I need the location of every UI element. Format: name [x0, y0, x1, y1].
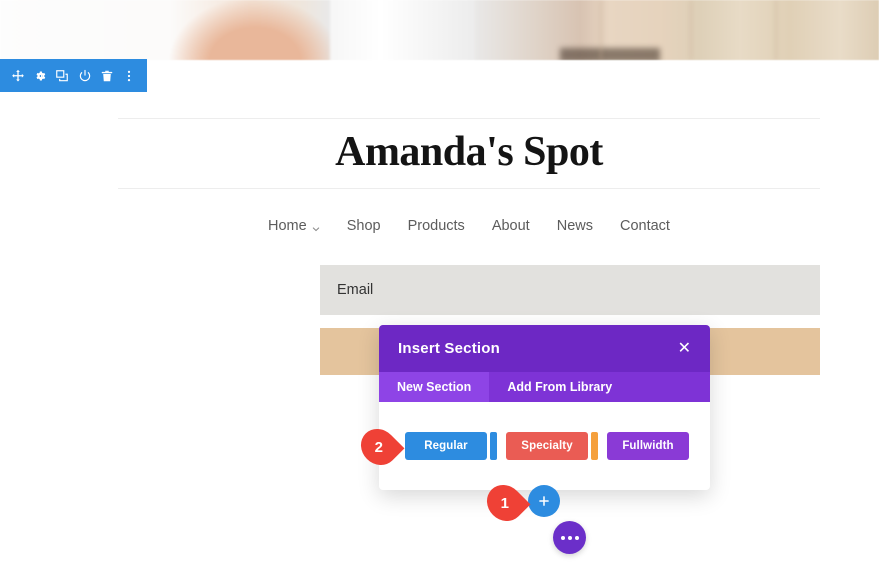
insert-section-modal: Insert Section ✕ New Section Add From Li… — [379, 325, 710, 490]
nav-item-label: Contact — [619, 218, 670, 234]
nav-item-label: Home — [268, 218, 307, 234]
add-section-button[interactable] — [528, 485, 560, 517]
mug-shape — [330, 0, 475, 60]
gear-icon[interactable] — [30, 65, 50, 87]
site-navigation[interactable]: Home Shop Products About News Contact — [118, 218, 820, 234]
photo-streak — [690, 0, 692, 60]
dot — [567, 535, 572, 540]
dot — [560, 535, 565, 540]
regular-section-button[interactable]: Regular — [405, 432, 487, 460]
move-icon[interactable] — [8, 65, 28, 87]
tab-add-from-library[interactable]: Add From Library — [489, 372, 630, 402]
callout-number: 2 — [374, 438, 384, 456]
blue-accent-bar — [490, 432, 497, 460]
nav-item-news[interactable]: News — [557, 218, 593, 234]
shadow-shape — [560, 48, 660, 60]
modal-body: Regular Specialty Fullwidth — [379, 402, 710, 490]
fullwidth-section-button[interactable]: Fullwidth — [607, 432, 689, 460]
nav-item-label: Products — [407, 218, 465, 234]
orange-accent-bar — [591, 432, 598, 460]
photo-streak — [775, 0, 777, 60]
trash-icon[interactable] — [97, 65, 117, 87]
nav-item-shop[interactable]: Shop — [347, 218, 381, 234]
callout-number: 1 — [500, 494, 510, 512]
email-section: Email — [320, 265, 820, 315]
nav-item-contact[interactable]: Contact — [620, 218, 670, 234]
close-icon[interactable]: ✕ — [678, 340, 691, 357]
nav-item-label: News — [556, 218, 593, 234]
modal-header: Insert Section ✕ — [379, 325, 710, 372]
page-title: Amanda's Spot — [335, 129, 603, 175]
duplicate-icon[interactable] — [52, 65, 72, 87]
hero-background-photo — [0, 0, 879, 60]
vertical-dots-icon[interactable] — [119, 65, 139, 87]
builder-toolbar[interactable] — [0, 59, 147, 92]
nav-item-label: Shop — [346, 218, 381, 234]
specialty-section-button[interactable]: Specialty — [506, 432, 588, 460]
nav-item-home[interactable]: Home — [268, 218, 320, 234]
more-options-button[interactable] — [553, 521, 586, 554]
chevron-down-icon — [312, 221, 320, 232]
photo-streak — [600, 0, 602, 60]
tab-new-section[interactable]: New Section — [379, 372, 490, 402]
power-icon[interactable] — [75, 65, 95, 87]
nav-item-products[interactable]: Products — [408, 218, 465, 234]
dot — [574, 535, 579, 540]
divider-bottom — [118, 188, 820, 189]
nav-item-about[interactable]: About — [492, 218, 530, 234]
modal-title: Insert Section — [398, 340, 500, 357]
email-label: Email — [337, 282, 374, 298]
divider-top — [118, 118, 820, 119]
modal-tab-bar: New Section Add From Library — [379, 372, 710, 402]
nav-item-label: About — [491, 218, 530, 234]
